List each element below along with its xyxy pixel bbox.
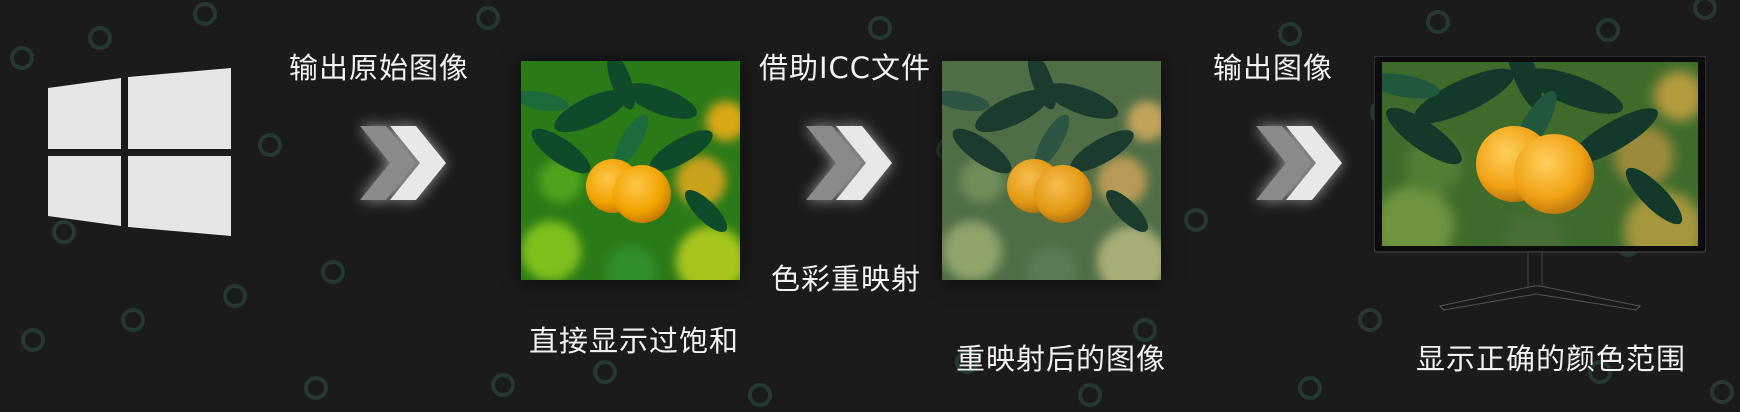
- caption-color-remap: 色彩重映射: [771, 262, 922, 296]
- windows-logo-icon: [48, 68, 231, 236]
- double-chevron-icon: [1256, 126, 1342, 200]
- double-chevron-icon: [806, 126, 892, 200]
- step-label-icc-file: 借助ICC文件: [759, 51, 932, 85]
- remapped-orange-photo: [942, 61, 1161, 280]
- monitor-icon: [1374, 56, 1706, 311]
- caption-oversaturated: 直接显示过饱和: [529, 324, 740, 358]
- double-chevron-icon: [360, 126, 446, 200]
- step-label-output-image: 输出图像: [1213, 51, 1334, 85]
- caption-remapped-image: 重映射后的图像: [956, 342, 1167, 376]
- oversaturated-orange-photo: [521, 61, 740, 280]
- caption-correct-color-range: 显示正确的颜色范围: [1416, 342, 1687, 376]
- step-label-output-raw-image: 输出原始图像: [289, 51, 470, 85]
